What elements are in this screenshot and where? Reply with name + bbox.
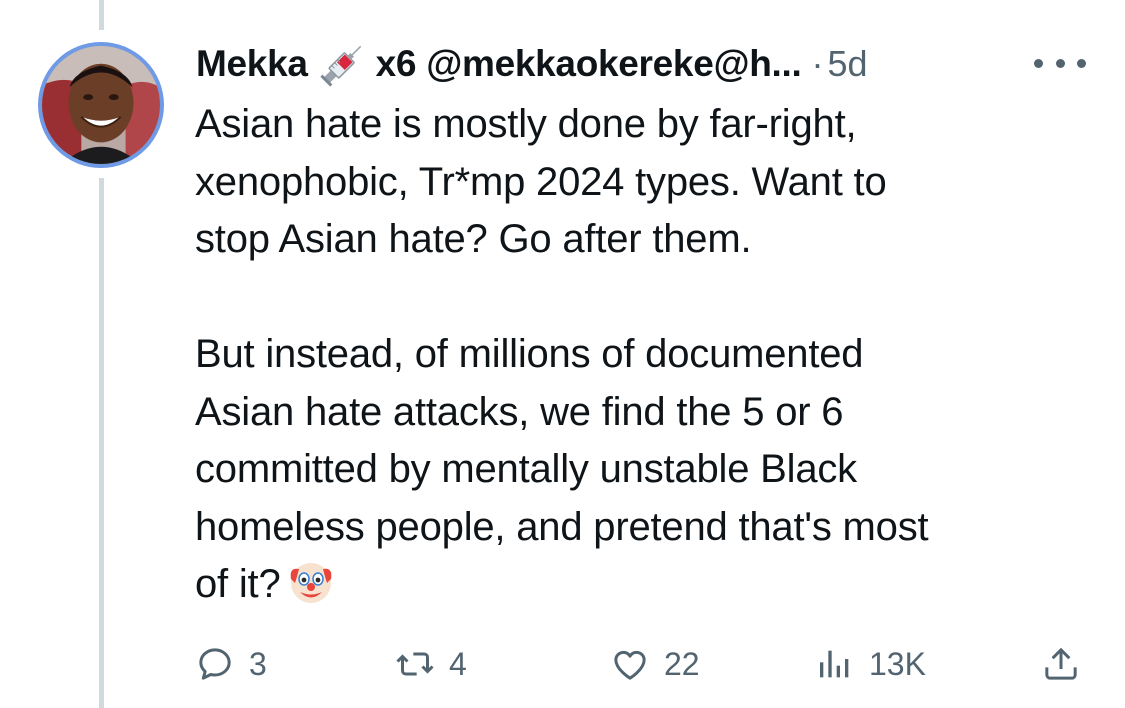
share-button[interactable]	[1041, 636, 1095, 692]
reply-button[interactable]: 3	[195, 636, 267, 692]
repost-button[interactable]: 4	[395, 636, 467, 692]
action-bar: 3 4 22 13K	[195, 636, 1095, 692]
views-count: 13K	[869, 645, 926, 682]
views-button[interactable]: 13K	[815, 636, 926, 692]
display-name[interactable]: Mekka	[196, 43, 308, 85]
thread-line-top	[99, 0, 104, 30]
views-icon	[820, 650, 849, 678]
timestamp[interactable]: 5d	[828, 43, 868, 85]
reply-icon	[199, 648, 231, 680]
badge-count: x6	[375, 43, 417, 84]
share-icon	[1045, 647, 1077, 680]
repost-icon	[396, 652, 434, 676]
tweet-header: Mekka x6 @mekkaokereke@h... · 5d	[196, 38, 868, 90]
clown-face-icon	[287, 557, 335, 605]
more-horizontal-icon[interactable]	[1034, 48, 1086, 78]
like-button[interactable]: 22	[610, 636, 700, 692]
avatar-image	[42, 46, 160, 164]
user-handle[interactable]: @mekkaokereke@h...	[426, 43, 802, 85]
repost-count: 4	[449, 645, 467, 682]
separator-dot: ·	[811, 43, 824, 84]
syringe-icon	[318, 41, 368, 87]
tweet-text: Asian hate is mostly done by far-right, …	[195, 102, 929, 606]
thread-line-bottom	[99, 178, 104, 708]
avatar[interactable]	[38, 42, 164, 168]
like-count: 22	[664, 645, 700, 682]
heart-icon	[614, 650, 646, 680]
reply-count: 3	[249, 645, 267, 682]
